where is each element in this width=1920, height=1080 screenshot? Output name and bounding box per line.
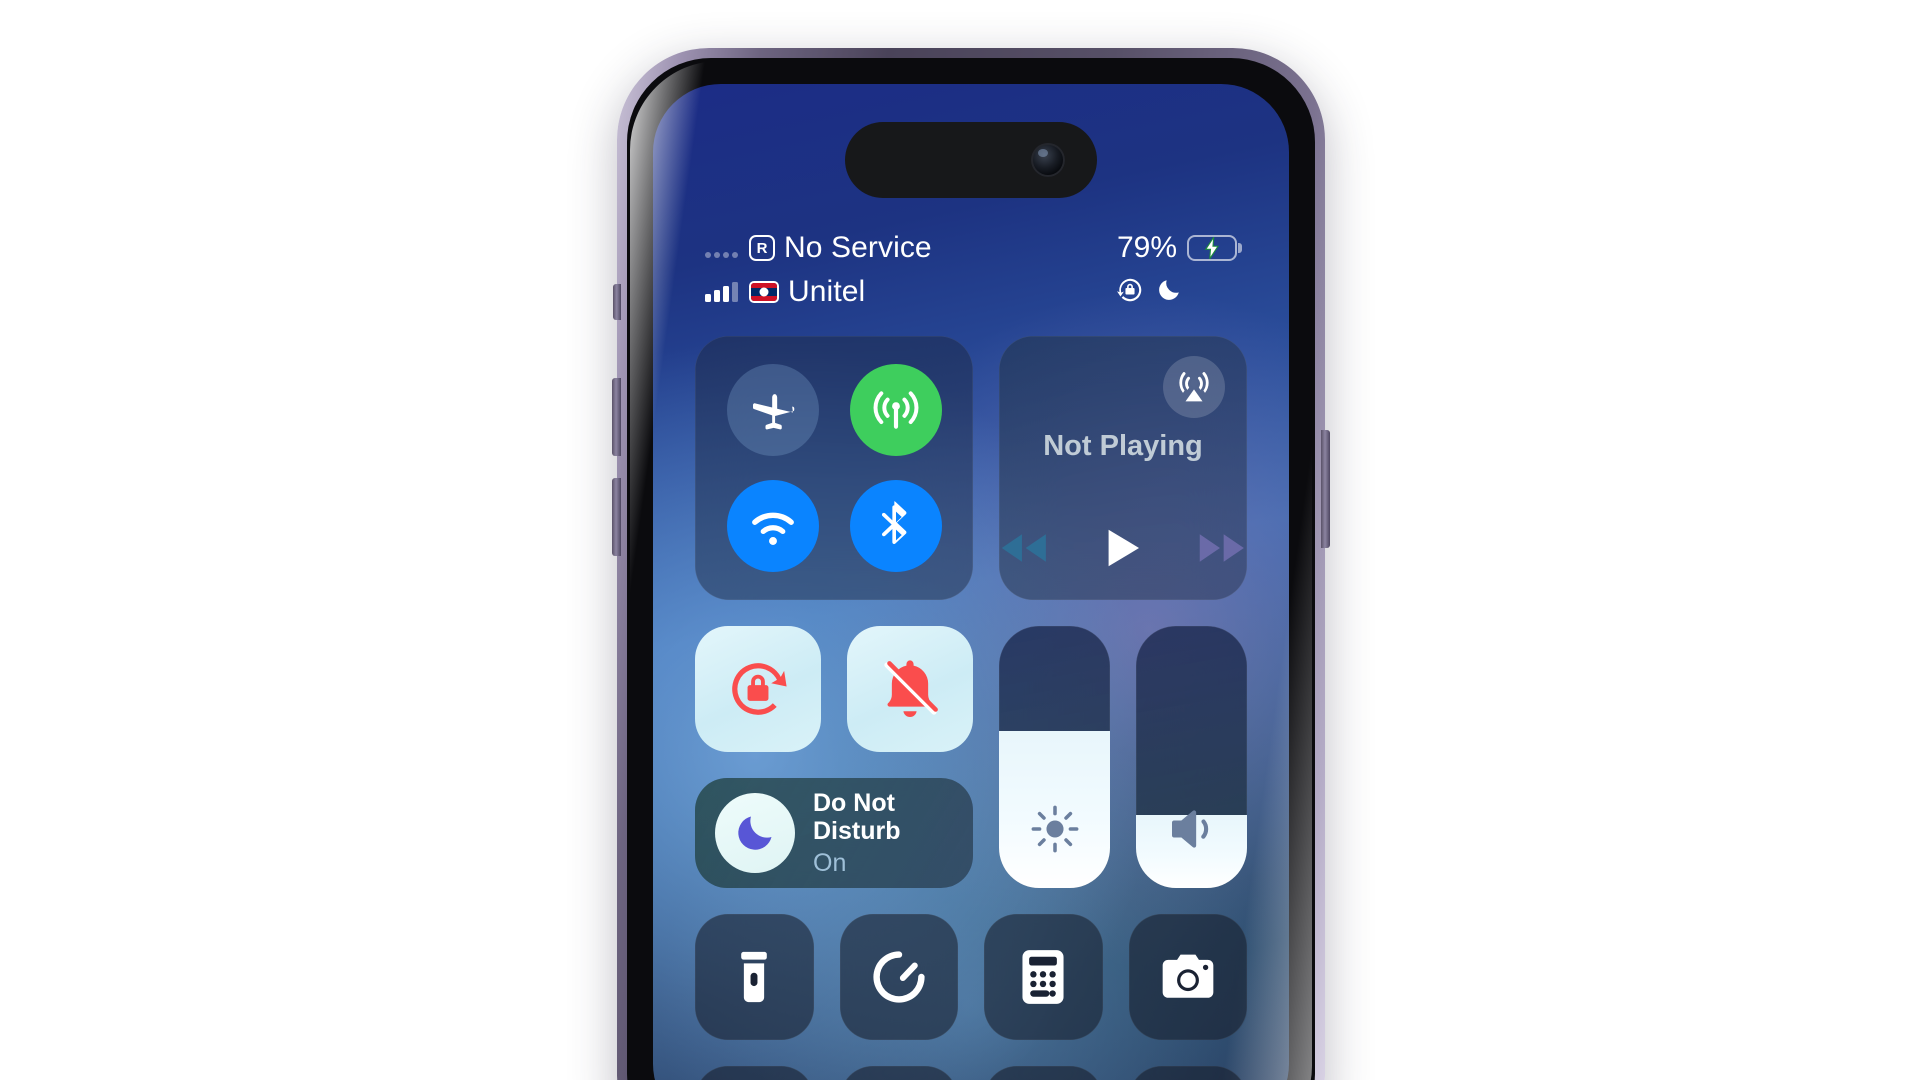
cellular-data-toggle[interactable] — [849, 364, 942, 456]
front-camera-icon — [1031, 143, 1065, 177]
volume-up-button[interactable] — [612, 378, 621, 456]
quick-toggles-group — [695, 626, 973, 752]
screenshot-canvas: R No Service Unitel 79% Not Playing Do N… — [0, 0, 1920, 1080]
airplane-mode-toggle[interactable] — [726, 364, 819, 456]
focus-dnd-tile[interactable]: Do Not Disturb On — [695, 778, 973, 888]
control-center-utilities-row — [695, 914, 1247, 1040]
moon-icon — [1159, 280, 1179, 300]
status-bar-left: R No Service Unitel — [705, 226, 932, 314]
bluetooth-icon — [881, 501, 906, 544]
utility-tile[interactable] — [839, 1066, 958, 1080]
connectivity-tile[interactable] — [695, 336, 973, 600]
battery-percent-label: 79% — [1116, 231, 1177, 264]
airplay-icon — [1179, 372, 1209, 402]
sliders-group — [999, 626, 1247, 888]
status-line-secondary: Unitel — [705, 270, 932, 314]
timer-icon — [873, 951, 925, 1003]
iphone-device-frame: R No Service Unitel 79% Not Playing Do N… — [612, 48, 1330, 1080]
focus-subtitle: On — [813, 848, 847, 877]
roaming-badge: R — [749, 235, 775, 261]
fast-forward-button[interactable] — [1197, 528, 1247, 568]
moon-icon — [715, 793, 795, 873]
focus-title-line2: Disturb — [813, 817, 901, 846]
crescent-moon-glyph — [738, 816, 772, 850]
flashlight-button[interactable] — [695, 914, 814, 1040]
control-center-overflow-row — [695, 1066, 1247, 1080]
laos-flag-icon — [749, 281, 779, 303]
carrier-name-primary: No Service — [784, 231, 932, 264]
camera-button[interactable] — [1128, 914, 1247, 1040]
now-playing-label: Not Playing — [1043, 430, 1203, 462]
play-button[interactable] — [1105, 528, 1142, 568]
airplay-button[interactable] — [1163, 356, 1225, 418]
utility-tile[interactable] — [695, 1066, 814, 1080]
bell-slash-icon — [884, 660, 938, 718]
battery-status: 79% — [1117, 226, 1237, 270]
rotation-lock-button[interactable] — [695, 626, 821, 752]
device-bezel: R No Service Unitel 79% Not Playing Do N… — [627, 58, 1315, 1080]
volume-down-button[interactable] — [612, 478, 621, 556]
rewind-button[interactable] — [999, 528, 1049, 568]
volume-icon — [1136, 804, 1247, 854]
toggles-and-focus-column: Do Not Disturb On — [695, 626, 973, 888]
silent-switch[interactable] — [613, 284, 621, 320]
control-center: Not Playing Do Not Disturb On — [653, 336, 1289, 1080]
focus-title-line1: Do Not — [813, 788, 895, 817]
signal-bars-icon — [705, 282, 738, 302]
calculator-button[interactable] — [984, 914, 1103, 1040]
wifi-icon — [751, 512, 794, 545]
charging-bolt-icon — [1204, 236, 1219, 260]
media-transport-controls — [999, 528, 1247, 568]
dynamic-island[interactable] — [845, 122, 1097, 198]
airplane-icon — [752, 394, 794, 430]
control-center-row-top: Not Playing — [695, 336, 1247, 600]
calculator-icon — [1022, 950, 1064, 1004]
focus-title: Do Not Disturb — [813, 789, 901, 846]
timer-button[interactable] — [839, 914, 958, 1040]
bluetooth-toggle[interactable] — [849, 480, 942, 572]
rotation-lock-icon — [1116, 278, 1142, 302]
rotation-lock-icon — [732, 663, 787, 715]
status-line-primary: R No Service — [705, 226, 932, 270]
carrier-name-secondary: Unitel — [788, 275, 866, 308]
media-player-tile[interactable]: Not Playing — [999, 336, 1247, 600]
power-button[interactable] — [1321, 430, 1330, 548]
flashlight-icon — [741, 951, 768, 1003]
cellular-antenna-icon — [873, 391, 918, 429]
status-bar: R No Service Unitel 79% — [653, 226, 1289, 322]
status-bar-right: 79% — [1116, 226, 1237, 310]
brightness-slider[interactable] — [999, 626, 1110, 888]
brightness-icon — [999, 804, 1110, 854]
utility-tile[interactable] — [1128, 1066, 1247, 1080]
volume-slider[interactable] — [1136, 626, 1247, 888]
no-signal-dots-icon — [705, 238, 738, 258]
utility-tile[interactable] — [984, 1066, 1103, 1080]
device-screen: R No Service Unitel 79% Not Playing Do N… — [653, 84, 1289, 1080]
silent-mode-button[interactable] — [847, 626, 973, 752]
control-center-row-mid: Do Not Disturb On — [695, 626, 1247, 888]
focus-labels: Do Not Disturb On — [813, 789, 901, 878]
status-indicators — [1116, 270, 1237, 310]
battery-icon — [1187, 235, 1237, 261]
wifi-toggle[interactable] — [726, 480, 819, 572]
camera-icon — [1162, 954, 1214, 998]
